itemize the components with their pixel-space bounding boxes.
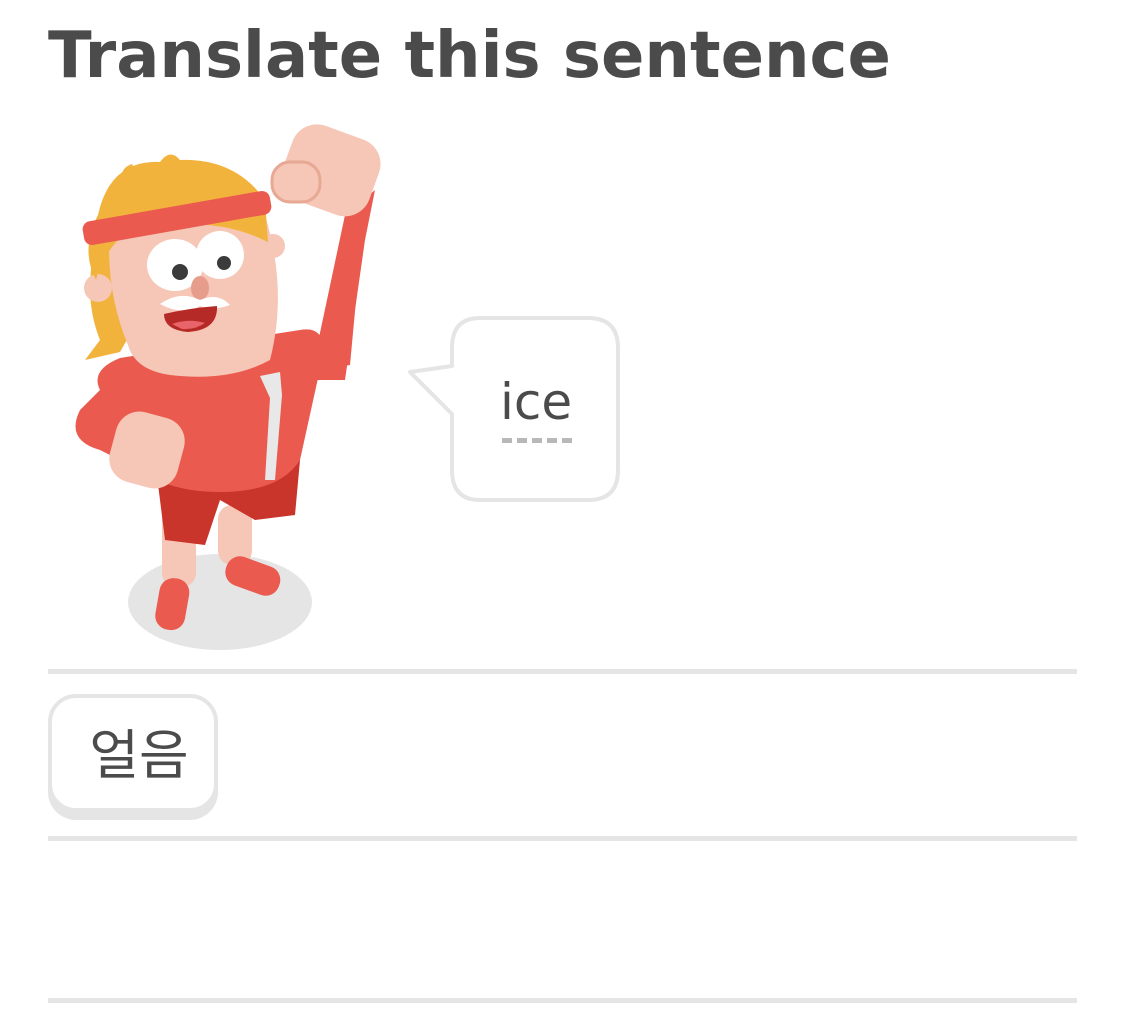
word-chip-label: 얼음 bbox=[89, 724, 189, 787]
answer-line-middle bbox=[48, 836, 1077, 841]
page-title: Translate this sentence bbox=[48, 19, 891, 93]
answer-line-empty[interactable] bbox=[48, 842, 1077, 997]
hint-underline bbox=[502, 438, 572, 443]
speech-bubble: ice bbox=[406, 316, 620, 502]
answer-line-top bbox=[48, 669, 1077, 674]
word-chip-selected[interactable]: 얼음 bbox=[48, 694, 218, 812]
hint-word-button[interactable]: ice bbox=[454, 364, 620, 454]
hint-word-text: ice bbox=[500, 373, 573, 431]
character-with-headband-icon bbox=[60, 120, 400, 660]
answer-area: 얼음 bbox=[48, 680, 1077, 830]
answer-line-bottom bbox=[48, 998, 1077, 1003]
